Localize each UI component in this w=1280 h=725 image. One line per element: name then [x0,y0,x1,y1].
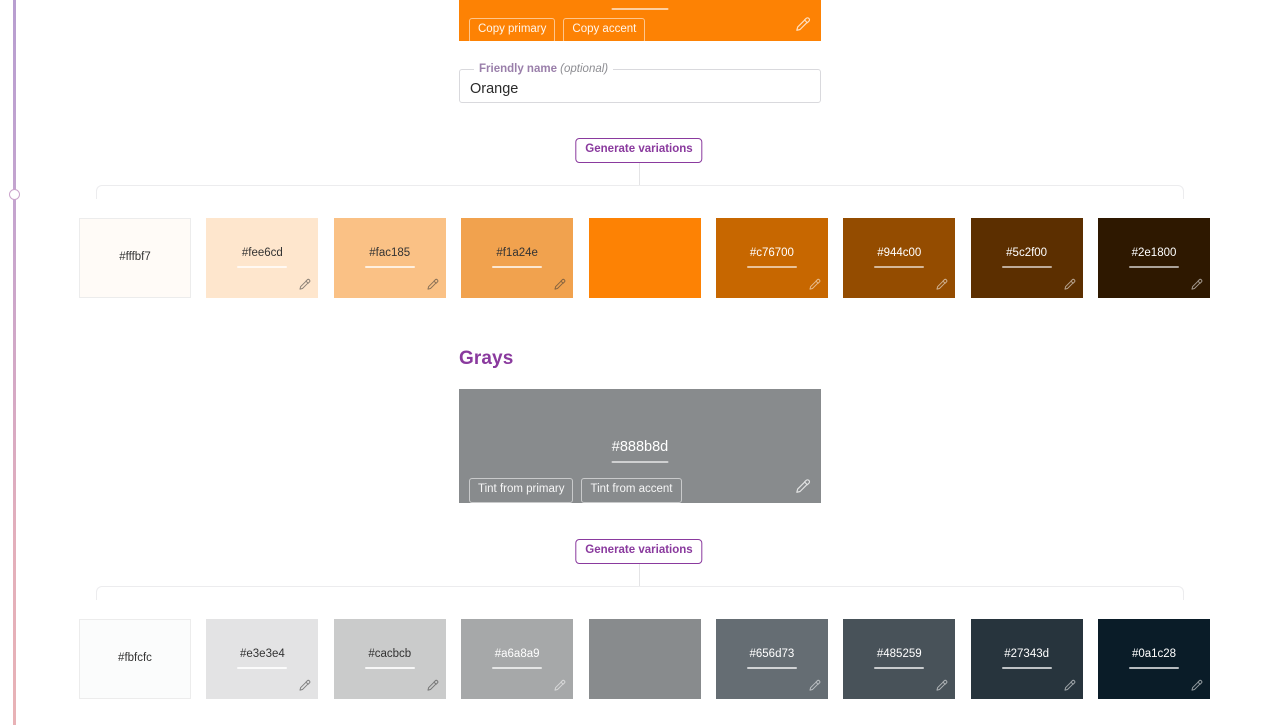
swatch[interactable]: #f1a24e [461,218,574,298]
gray-base-card[interactable]: #888b8d Tint from primary Tint from acce… [459,389,821,503]
eyedropper-icon[interactable] [793,478,811,496]
gray-swatch-row: #fbfcfc #e3e3e4 #cacbcb #a6a8a9 #656d73 #4852… [79,619,1210,699]
eyedropper-icon[interactable] [425,278,439,292]
copy-accent-button[interactable]: Copy accent [563,18,646,41]
eyedropper-icon[interactable] [934,679,948,693]
swatch-hex-underline [1129,666,1179,669]
swatch-hex-label: #cacbcb [368,648,412,661]
connector-stem-primary [639,160,640,186]
swatch-hex-label: #656d73 [749,648,795,661]
eyedropper-icon[interactable] [793,16,811,34]
generate-variations-button-grays[interactable]: Generate variations [575,539,703,564]
eyedropper-icon[interactable] [552,278,566,292]
swatch-hex-underline [492,265,543,268]
swatch-hex-underline [746,666,797,669]
timeline-node-marker[interactable] [9,189,20,200]
swatch[interactable]: #27343d [970,619,1083,699]
primary-swatch-row: #fffbf7 #fee6cd #fac185 #f1a24e #c76700 #944c… [79,218,1210,298]
eyedropper-icon[interactable] [297,679,311,693]
swatch-hex-label: #fee6cd [241,247,283,260]
swatch[interactable]: #656d73 [715,619,828,699]
swatch-hex-underline [364,666,415,669]
connector-stem-grays [639,561,640,587]
tint-from-accent-button[interactable]: Tint from accent [581,478,682,503]
primary-hex-underline [611,8,669,10]
swatch[interactable] [588,218,701,298]
swatch-hex-underline [364,265,415,268]
eyedropper-icon[interactable] [807,278,821,292]
grays-section-heading: Grays [459,348,514,369]
swatch-hex-underline [1129,265,1179,268]
swatch-hex-label: #c76700 [749,247,794,260]
swatch-hex-label: #485259 [876,648,922,661]
swatch[interactable]: #fffbf7 [79,218,191,298]
eyedropper-icon[interactable] [1189,679,1203,693]
swatch-hex-label: #27343d [1004,648,1050,661]
swatch[interactable]: #944c00 [843,218,956,298]
swatch-hex-underline [874,666,925,669]
gray-base-hex-underline [611,461,669,463]
friendly-name-input[interactable] [470,80,810,97]
swatch[interactable]: #2e1800 [1098,218,1210,298]
eyedropper-icon[interactable] [425,679,439,693]
swatch-hex-label: #2e1800 [1131,247,1177,260]
gray-card-actions: Tint from primary Tint from accent [469,478,682,503]
generate-variations-button-primary[interactable]: Generate variations [575,138,703,163]
swatch-hex-label: #0a1c28 [1131,648,1177,661]
variation-bracket-grays [96,586,1184,600]
swatch[interactable]: #485259 [843,619,956,699]
swatch[interactable] [588,619,701,699]
primary-card-actions: Copy primary Copy accent [469,18,646,41]
tint-from-primary-button[interactable]: Tint from primary [469,478,574,503]
eyedropper-icon[interactable] [807,679,821,693]
swatch[interactable]: #cacbcb [333,619,446,699]
swatch-hex-underline [1001,666,1052,669]
swatch-hex-underline [237,265,288,268]
eyedropper-icon[interactable] [1189,278,1203,292]
friendly-name-label: Friendly name [479,63,557,75]
swatch[interactable]: #c76700 [715,218,828,298]
swatch-hex-label: #e3e3e4 [239,648,285,661]
swatch[interactable]: #e3e3e4 [206,619,319,699]
swatch-hex-label: #a6a8a9 [494,648,540,661]
swatch[interactable]: #a6a8a9 [461,619,574,699]
eyedropper-icon[interactable] [1062,679,1076,693]
swatch[interactable]: #fee6cd [206,218,319,298]
friendly-name-optional-tag: (optional) [560,63,609,75]
swatch-hex-label: #5c2f00 [1006,247,1048,260]
swatch[interactable]: #0a1c28 [1098,619,1210,699]
friendly-name-field-wrapper: Friendly name (optional) [459,63,821,103]
swatch-hex-underline [746,265,797,268]
variation-bracket-primary [96,185,1184,199]
swatch-hex-underline [874,265,925,268]
gray-base-hex-label: #888b8d [611,439,669,455]
swatch-hex-underline [237,666,288,669]
friendly-name-fieldset: Friendly name (optional) [459,63,821,103]
swatch-hex-underline [492,666,543,669]
timeline-rail [13,0,16,725]
swatch-hex-underline [1001,265,1052,268]
swatch[interactable]: #fbfcfc [79,619,191,699]
swatch-hex-label: #944c00 [877,247,922,260]
primary-color-card[interactable]: Copy primary Copy accent [459,0,821,41]
eyedropper-icon[interactable] [552,679,566,693]
swatch[interactable]: #5c2f00 [970,218,1083,298]
eyedropper-icon[interactable] [297,278,311,292]
swatch[interactable]: #fac185 [333,218,446,298]
copy-primary-button[interactable]: Copy primary [469,18,556,41]
friendly-name-legend: Friendly name (optional) [474,63,613,75]
swatch-hex-label: #fac185 [369,247,411,260]
eyedropper-icon[interactable] [1062,278,1076,292]
eyedropper-icon[interactable] [934,278,948,292]
swatch-hex-label: #f1a24e [496,247,538,260]
swatch-hex-label: #fbfcfc [118,652,152,665]
swatch-hex-label: #fffbf7 [119,251,151,264]
